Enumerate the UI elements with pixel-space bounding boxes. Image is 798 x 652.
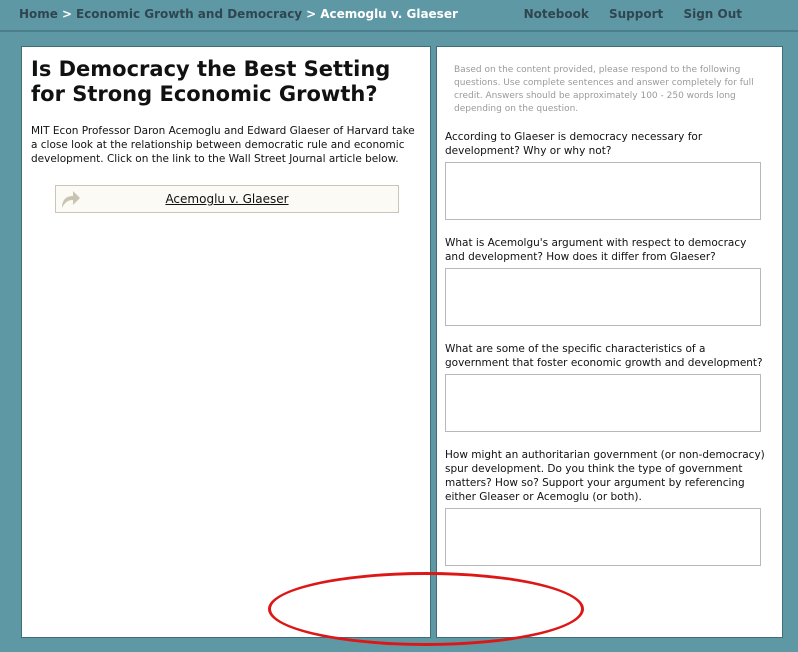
instructions-text: Based on the content provided, please re… — [454, 65, 754, 114]
sign-out-link[interactable]: Sign Out — [683, 7, 742, 21]
breadcrumb-section-link[interactable]: Economic Growth and Democracy — [76, 7, 302, 21]
breadcrumb-separator: > — [306, 7, 317, 21]
article-link-button[interactable]: Acemoglu v. Glaeser — [55, 185, 399, 213]
answer-field-4[interactable] — [445, 508, 761, 566]
breadcrumb-separator: > — [61, 7, 72, 21]
top-bar-divider — [0, 30, 798, 32]
questions-panel: Based on the content provided, please re… — [436, 46, 783, 638]
intro-text: MIT Econ Professor Daron Acemoglu and Ed… — [31, 125, 415, 165]
breadcrumb: Home > Economic Growth and Democracy > Acemo… — [19, 7, 458, 21]
top-nav: Notebook Support Sign Out — [508, 7, 742, 21]
question-1: According to Glaeser is democracy necess… — [445, 131, 703, 157]
answer-field-3[interactable] — [445, 374, 761, 432]
article-link[interactable]: Acemoglu v. Glaeser — [56, 192, 398, 206]
answer-field-2[interactable] — [445, 268, 761, 326]
breadcrumb-home-link[interactable]: Home — [19, 7, 58, 21]
answer-field-1[interactable] — [445, 162, 761, 220]
question-3: What are some of the specific characteri… — [445, 343, 763, 369]
top-bar: Home > Economic Growth and Democracy > Acemo… — [0, 0, 798, 30]
breadcrumb-current: Acemoglu v. Glaeser — [320, 7, 458, 21]
support-link[interactable]: Support — [609, 7, 663, 21]
content-panel: Is Democracy the Best Setting for Strong… — [21, 46, 431, 638]
question-2: What is Acemolgu's argument with respect… — [445, 237, 747, 263]
notebook-link[interactable]: Notebook — [524, 7, 589, 21]
question-4: How might an authoritarian government (o… — [445, 449, 765, 503]
page-title: Is Democracy the Best Setting for Strong… — [31, 57, 391, 106]
